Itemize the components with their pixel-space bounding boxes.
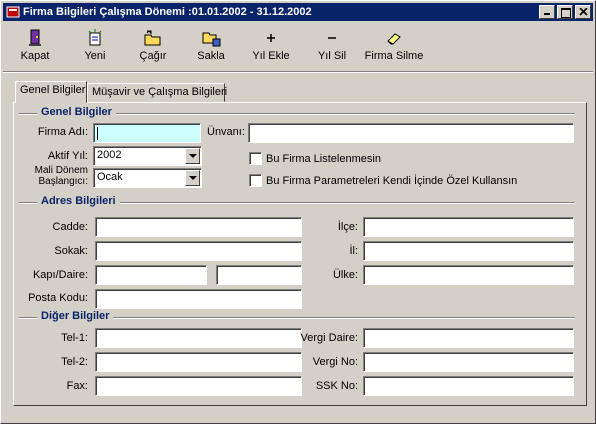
maximize-button[interactable] xyxy=(557,5,573,19)
firma-bilgileri-window: Firma Bilgileri Çalışma Dönemi :01.01.20… xyxy=(0,0,596,424)
ssk-no-input[interactable] xyxy=(363,376,574,396)
sakla-button[interactable]: Sakla xyxy=(183,23,239,69)
kapat-button[interactable]: Kapat xyxy=(3,23,67,69)
sokak-input[interactable] xyxy=(95,241,302,261)
listelenmesin-checkbox[interactable] xyxy=(249,152,262,165)
app-icon xyxy=(6,5,20,19)
tab-musavir-calisma[interactable]: Müşavir ve Çalışma Bilgileri xyxy=(87,83,227,102)
kapi-input[interactable] xyxy=(95,265,207,285)
firma-adi-label: Firma Adı: xyxy=(37,126,88,138)
toolbar: Kapat Yeni Çağır Sakla Yıl Ekle Yıl Sil … xyxy=(3,23,593,71)
fax-input[interactable] xyxy=(95,376,302,396)
vergi-daire-input[interactable] xyxy=(363,328,574,348)
aktif-yil-label: Aktif Yıl: xyxy=(47,150,88,162)
fax-label: Fax: xyxy=(66,380,88,392)
il-label: İl: xyxy=(349,245,358,257)
close-button[interactable] xyxy=(575,5,591,19)
yil-ekle-button[interactable]: Yıl Ekle xyxy=(239,23,303,69)
unvan-input[interactable] xyxy=(248,123,574,143)
parametreleri-label: Bu Firma Parametreleri Kendi İçinde Özel… xyxy=(266,175,518,187)
yeni-button[interactable]: Yeni xyxy=(67,23,123,69)
ulke-label: Ülke: xyxy=(332,269,358,281)
section-title-genel: Genel Bilgiler xyxy=(37,106,116,118)
ulke-input[interactable] xyxy=(363,265,574,285)
firma-adi-input[interactable] xyxy=(93,123,201,143)
tel1-label: Tel-1: xyxy=(61,332,88,344)
vergi-no-label: Vergi No: xyxy=(312,356,358,368)
yil-sil-button[interactable]: Yıl Sil xyxy=(303,23,361,69)
minimize-button[interactable] xyxy=(539,5,555,19)
tel2-label: Tel-2: xyxy=(61,356,88,368)
tel2-input[interactable] xyxy=(95,352,302,372)
cadde-input[interactable] xyxy=(95,217,302,237)
mali-donem-label: Mali Dönem Başlangıcı: xyxy=(34,165,88,187)
tel1-input[interactable] xyxy=(95,328,302,348)
daire-input[interactable] xyxy=(216,265,302,285)
posta-kodu-input[interactable] xyxy=(95,289,302,309)
new-document-icon xyxy=(85,29,105,47)
door-exit-icon xyxy=(25,29,45,47)
chevron-down-icon[interactable] xyxy=(185,148,200,164)
open-folder-icon xyxy=(143,29,163,47)
cagir-button[interactable]: Çağır xyxy=(123,23,183,69)
cadde-label: Cadde: xyxy=(52,221,88,233)
minus-icon xyxy=(322,29,342,47)
aktif-yil-select[interactable]: 2002 xyxy=(93,146,202,166)
chevron-down-icon[interactable] xyxy=(185,170,200,186)
kapi-daire-label: Kapı/Daire: xyxy=(32,269,88,281)
ilce-label: İlçe: xyxy=(337,221,358,233)
il-input[interactable] xyxy=(363,241,574,261)
sokak-label: Sokak: xyxy=(54,245,88,257)
parametreleri-checkbox[interactable] xyxy=(249,174,262,187)
firma-silme-button[interactable]: Firma Silme xyxy=(361,23,427,69)
save-folder-icon xyxy=(201,29,221,47)
listelenmesin-label: Bu Firma Listelenmesin xyxy=(266,153,381,165)
vergi-daire-label: Vergi Daire: xyxy=(300,332,358,344)
plus-icon xyxy=(261,29,281,47)
ssk-no-label: SSK No: xyxy=(315,380,358,392)
unvan-label: Ünvanı: xyxy=(207,126,245,138)
text-caret xyxy=(97,127,98,140)
tab-genel-bilgiler[interactable]: Genel Bilgiler xyxy=(15,81,87,103)
ilce-input[interactable] xyxy=(363,217,574,237)
mali-donem-select[interactable]: Ocak xyxy=(93,168,202,188)
vergi-no-input[interactable] xyxy=(363,352,574,372)
section-title-adres: Adres Bilgileri xyxy=(37,195,120,207)
window-title: Firma Bilgileri Çalışma Dönemi :01.01.20… xyxy=(23,6,312,18)
posta-kodu-label: Posta Kodu: xyxy=(28,292,88,304)
toolbar-separator xyxy=(3,71,593,73)
section-title-diger: Diğer Bilgiler xyxy=(37,310,114,322)
title-bar[interactable]: Firma Bilgileri Çalışma Dönemi :01.01.20… xyxy=(3,3,593,21)
eraser-icon xyxy=(384,29,404,47)
